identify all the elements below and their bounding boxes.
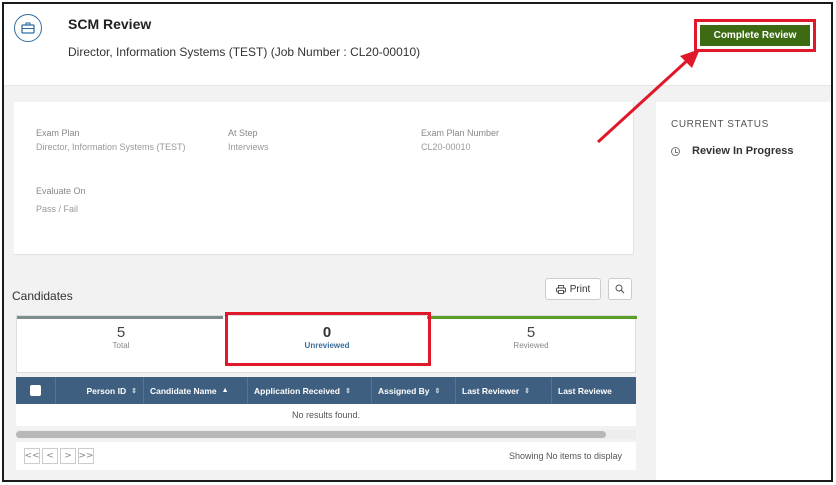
sort-icon: ⇕ <box>344 387 351 395</box>
select-all-checkbox[interactable] <box>30 385 41 396</box>
first-page-button[interactable]: << <box>24 448 40 464</box>
complete-review-button[interactable]: Complete Review <box>700 25 810 46</box>
reviewed-bar <box>427 316 637 319</box>
page-subtitle: Director, Information Systems (TEST) (Jo… <box>68 45 421 59</box>
sort-asc-icon: ▲ <box>221 387 229 394</box>
next-page-button[interactable]: > <box>60 448 76 464</box>
status-panel: CURRENT STATUS Review In Progress <box>656 102 831 480</box>
stat-total[interactable]: 5 Total <box>21 324 221 350</box>
col-label: Person ID <box>86 385 127 396</box>
clock-icon <box>671 146 680 156</box>
at-step-field: At Step Interviews <box>228 126 378 154</box>
col-label: Last Reviewer <box>462 385 520 396</box>
exam-plan-number-label: Exam Plan Number <box>421 128 500 138</box>
prev-page-button[interactable]: < <box>42 448 58 464</box>
stat-unreviewed[interactable]: 0 Unreviewed <box>227 324 427 350</box>
col-last-reviewed[interactable]: Last Reviewe <box>552 377 636 404</box>
col-label: Candidate Name <box>150 385 217 396</box>
reviewed-count: 5 <box>526 324 536 341</box>
page-header: SCM Review Director, Information Systems… <box>4 4 831 86</box>
exam-plan-field: Exam Plan Director, Information Systems … <box>36 126 186 154</box>
total-count: 5 <box>116 324 126 341</box>
print-button[interactable]: Print <box>545 278 601 300</box>
col-assigned-by[interactable]: Assigned By ⇕ <box>372 377 456 404</box>
at-step-value: Interviews <box>228 142 269 152</box>
sort-icon: ⇕ <box>524 387 531 395</box>
status-row: Review In Progress <box>671 145 794 157</box>
exam-plan-value: Director, Information Systems (TEST) <box>36 142 186 152</box>
sort-icon: ⇕ <box>131 387 137 395</box>
total-bar <box>17 316 223 319</box>
print-label: Print <box>569 283 591 295</box>
col-label: Last Reviewe <box>558 385 612 396</box>
sort-icon: ⇕ <box>434 387 441 395</box>
scrollbar-thumb[interactable] <box>16 431 606 438</box>
status-heading: CURRENT STATUS <box>671 119 769 130</box>
pager-status: Showing No items to display <box>508 451 622 461</box>
stat-reviewed[interactable]: 5 Reviewed <box>431 324 631 350</box>
empty-message: No results found. <box>16 404 636 426</box>
pager: << < > >> Showing No items to display <box>16 442 636 470</box>
col-label: Assigned By <box>378 385 430 396</box>
complete-review-highlight: Complete Review <box>694 19 816 52</box>
evaluate-on-label: Evaluate On <box>36 186 86 196</box>
col-person-id[interactable]: Person ID ⇕ <box>56 377 144 404</box>
evaluate-on-value: Pass / Fail <box>36 204 79 214</box>
select-all-cell <box>16 377 56 404</box>
evaluate-on-field: Evaluate On Pass / Fail <box>36 184 186 216</box>
col-label: Application Received <box>254 385 340 396</box>
printer-icon <box>555 284 566 294</box>
app-window: SCM Review Director, Information Systems… <box>2 2 833 482</box>
col-candidate-name[interactable]: Candidate Name ▲ <box>144 377 248 404</box>
horizontal-scrollbar[interactable] <box>16 430 636 439</box>
candidates-title: Candidates <box>12 289 73 303</box>
page-title: SCM Review <box>68 16 152 32</box>
last-page-button[interactable]: >> <box>78 448 94 464</box>
status-value: Review In Progress <box>692 145 794 157</box>
total-label: Total <box>112 341 130 350</box>
unreviewed-count: 0 <box>322 324 332 341</box>
exam-plan-number-value: CL20-00010 <box>421 142 471 152</box>
unreviewed-label: Unreviewed <box>304 341 350 350</box>
reviewed-label: Reviewed <box>513 341 549 350</box>
candidates-table-header: Person ID ⇕ Candidate Name ▲ Application R… <box>16 377 636 404</box>
search-icon <box>615 284 625 294</box>
exam-plan-number-field: Exam Plan Number CL20-00010 <box>421 126 581 154</box>
at-step-label: At Step <box>228 128 258 138</box>
exam-plan-label: Exam Plan <box>36 128 80 138</box>
search-button[interactable] <box>608 278 632 300</box>
col-application-received[interactable]: Application Received ⇕ <box>248 377 372 404</box>
exam-info-card: Exam Plan Director, Information Systems … <box>14 102 634 255</box>
main-content: Exam Plan Director, Information Systems … <box>4 86 831 480</box>
candidate-stats: 5 Total 0 Unreviewed 5 Reviewed <box>16 312 637 373</box>
briefcase-icon <box>14 14 42 42</box>
col-last-reviewer[interactable]: Last Reviewer ⇕ <box>456 377 552 404</box>
